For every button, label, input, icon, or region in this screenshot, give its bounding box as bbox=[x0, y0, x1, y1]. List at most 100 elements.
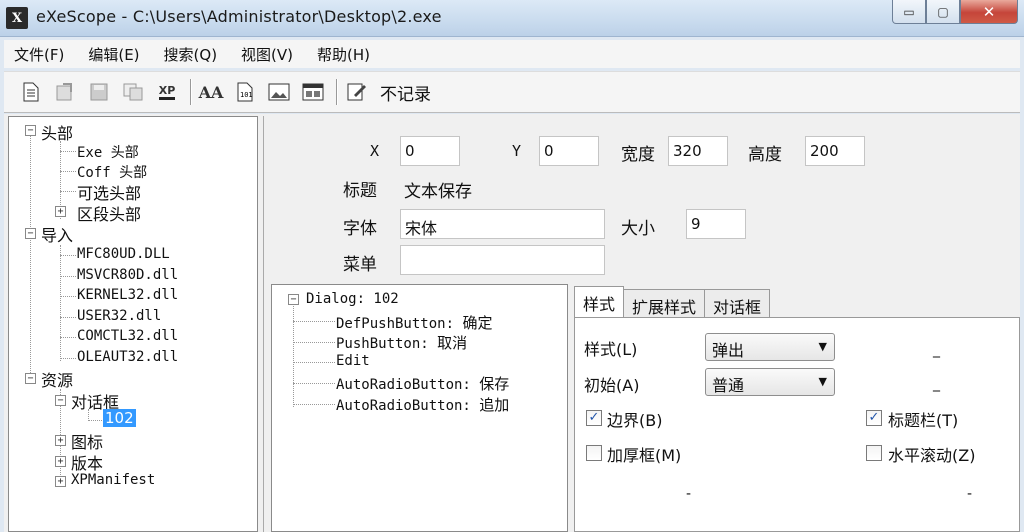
tree-exe-header[interactable]: Exe 头部 bbox=[77, 142, 139, 162]
placeholder-dash: _ bbox=[933, 376, 940, 392]
tree-dll[interactable]: MSVCR80D.dll bbox=[77, 267, 178, 283]
tree-dll[interactable]: MFC80UD.DLL bbox=[77, 246, 170, 262]
init-combo[interactable]: 普通 ▼ bbox=[705, 368, 835, 396]
collapse-icon[interactable]: − bbox=[288, 294, 299, 305]
hex-icon[interactable]: 101 bbox=[232, 79, 258, 105]
close-icon: ✕ bbox=[982, 2, 996, 21]
title-label: 标题 bbox=[343, 181, 377, 201]
titlebar-label: 标题栏(T) bbox=[888, 411, 959, 430]
menu-edit[interactable]: 编辑(E) bbox=[88, 44, 139, 65]
close-button[interactable]: ✕ bbox=[960, 0, 1018, 24]
app-icon: X bbox=[6, 7, 28, 29]
tree-imports[interactable]: 导入 bbox=[41, 222, 73, 246]
expand-icon[interactable]: + bbox=[55, 435, 66, 446]
toolbar: XP AA 101 不记录 bbox=[4, 71, 1020, 113]
tab-extended-style[interactable]: 扩展样式 bbox=[623, 289, 706, 317]
export-icon[interactable] bbox=[52, 79, 78, 105]
record-icon[interactable] bbox=[344, 79, 370, 105]
title-field[interactable]: 文本保存 bbox=[400, 172, 720, 202]
placeholder-dash: - bbox=[967, 486, 973, 502]
tab-dialog[interactable]: 对话框 bbox=[704, 289, 771, 317]
dialog-control-item[interactable]: Edit bbox=[336, 353, 370, 369]
collapse-icon[interactable]: − bbox=[55, 395, 66, 406]
x-label: X bbox=[370, 142, 380, 160]
dialog-control-item[interactable]: PushButton: 取消 bbox=[336, 332, 467, 353]
hscroll-label: 水平滚动(Z) bbox=[888, 446, 976, 465]
expand-icon[interactable]: + bbox=[55, 206, 66, 217]
dialog-control-tree[interactable]: − Dialog: 102 DefPushButton: 确定 PushButt… bbox=[271, 284, 568, 532]
minimize-button[interactable]: ▭ bbox=[892, 0, 926, 24]
tab-strip: 样式 扩展样式 对话框 bbox=[574, 286, 771, 317]
tree-version[interactable]: 版本 bbox=[71, 450, 103, 474]
expand-icon[interactable]: + bbox=[55, 476, 66, 487]
tree-dll[interactable]: USER32.dll bbox=[77, 308, 161, 324]
title-bar: X eXeScope - C:\Users\Administrator\Desk… bbox=[0, 0, 1024, 37]
window-controls: ▭ ▢ ✕ bbox=[892, 0, 1018, 24]
menu-file[interactable]: 文件(F) bbox=[14, 44, 64, 65]
thick-frame-label: 加厚框(M) bbox=[607, 446, 682, 465]
toolbar-separator-2 bbox=[336, 79, 338, 105]
maximize-button[interactable]: ▢ bbox=[926, 0, 960, 24]
expand-icon[interactable]: + bbox=[55, 456, 66, 467]
tree-dll[interactable]: KERNEL32.dll bbox=[77, 287, 178, 303]
menu-field[interactable] bbox=[400, 245, 605, 275]
height-field[interactable]: 200 bbox=[805, 136, 865, 166]
tree-coff-header[interactable]: Coff 头部 bbox=[77, 162, 147, 182]
dialog-control-item[interactable]: DefPushButton: 确定 bbox=[336, 312, 492, 333]
placeholder-dash: _ bbox=[933, 342, 940, 358]
font-label: 字体 bbox=[343, 219, 377, 239]
save-icon[interactable] bbox=[86, 79, 112, 105]
record-label[interactable]: 不记录 bbox=[380, 80, 431, 105]
style-tab-panel: 样式(L) 弹出 ▼ _ 初始(A) 普通 ▼ _ ✓ 边界(B) ✓ 标题栏(T)… bbox=[574, 317, 1020, 532]
tree-dll[interactable]: COMCTL32.dll bbox=[77, 328, 178, 344]
tree-dialog-102[interactable]: 102 bbox=[103, 409, 136, 427]
border-label: 边界(B) bbox=[607, 411, 663, 430]
width-field[interactable]: 320 bbox=[668, 136, 728, 166]
font-field[interactable]: 宋体 bbox=[400, 209, 605, 239]
resource-tree[interactable]: − 头部 Exe 头部 Coff 头部 可选头部 + 区段头部 − 导入 MFC… bbox=[8, 116, 258, 532]
dialog-control-item[interactable]: AutoRadioButton: 追加 bbox=[336, 394, 509, 415]
xp-icon[interactable]: XP bbox=[154, 79, 180, 105]
style-label: 样式(L) bbox=[584, 340, 638, 359]
width-label: 宽度 bbox=[621, 145, 655, 165]
thick-frame-checkbox[interactable] bbox=[586, 445, 602, 461]
style-combo[interactable]: 弹出 ▼ bbox=[705, 333, 835, 361]
chevron-down-icon: ▼ bbox=[818, 340, 827, 353]
minimize-icon: ▭ bbox=[903, 4, 915, 19]
y-field[interactable]: 0 bbox=[539, 136, 599, 166]
maximize-icon: ▢ bbox=[937, 4, 949, 19]
chevron-down-icon: ▼ bbox=[818, 375, 827, 388]
dialog-control-item[interactable]: AutoRadioButton: 保存 bbox=[336, 373, 509, 394]
collapse-icon[interactable]: − bbox=[25, 125, 36, 136]
tab-style[interactable]: 样式 bbox=[574, 286, 625, 317]
menu-bar: 文件(F) 编辑(E) 搜索(Q) 视图(V) 帮助(H) bbox=[4, 40, 1020, 68]
height-label: 高度 bbox=[748, 145, 782, 165]
tree-header[interactable]: 头部 bbox=[41, 120, 73, 144]
new-doc-icon[interactable] bbox=[18, 79, 44, 105]
font-icon[interactable]: AA bbox=[198, 79, 224, 105]
titlebar-checkbox[interactable]: ✓ bbox=[866, 410, 882, 426]
hscroll-checkbox[interactable] bbox=[866, 445, 882, 461]
tree-section-header[interactable]: 区段头部 bbox=[77, 201, 141, 225]
dialog-root[interactable]: Dialog: 102 bbox=[306, 291, 399, 307]
tree-resources[interactable]: 资源 bbox=[41, 367, 73, 391]
menu-search[interactable]: 搜索(Q) bbox=[164, 44, 218, 65]
window-title: eXeScope - C:\Users\Administrator\Deskto… bbox=[36, 7, 442, 26]
dialog-icon[interactable] bbox=[300, 79, 326, 105]
menu-label: 菜单 bbox=[343, 255, 377, 275]
svg-text:101: 101 bbox=[240, 91, 253, 99]
placeholder-dash: - bbox=[686, 486, 692, 502]
menu-help[interactable]: 帮助(H) bbox=[317, 44, 370, 65]
tree-dll[interactable]: OLEAUT32.dll bbox=[77, 349, 178, 365]
x-field[interactable]: 0 bbox=[400, 136, 460, 166]
collapse-icon[interactable]: − bbox=[25, 373, 36, 384]
menu-view[interactable]: 视图(V) bbox=[241, 44, 293, 65]
image-icon[interactable] bbox=[266, 79, 292, 105]
y-label: Y bbox=[512, 142, 522, 160]
border-checkbox[interactable]: ✓ bbox=[586, 410, 602, 426]
size-field[interactable]: 9 bbox=[686, 209, 746, 239]
toolbar-separator bbox=[190, 79, 192, 105]
collapse-icon[interactable]: − bbox=[25, 228, 36, 239]
copy-icon[interactable] bbox=[120, 79, 146, 105]
tree-manifest[interactable]: XPManifest bbox=[71, 472, 155, 488]
